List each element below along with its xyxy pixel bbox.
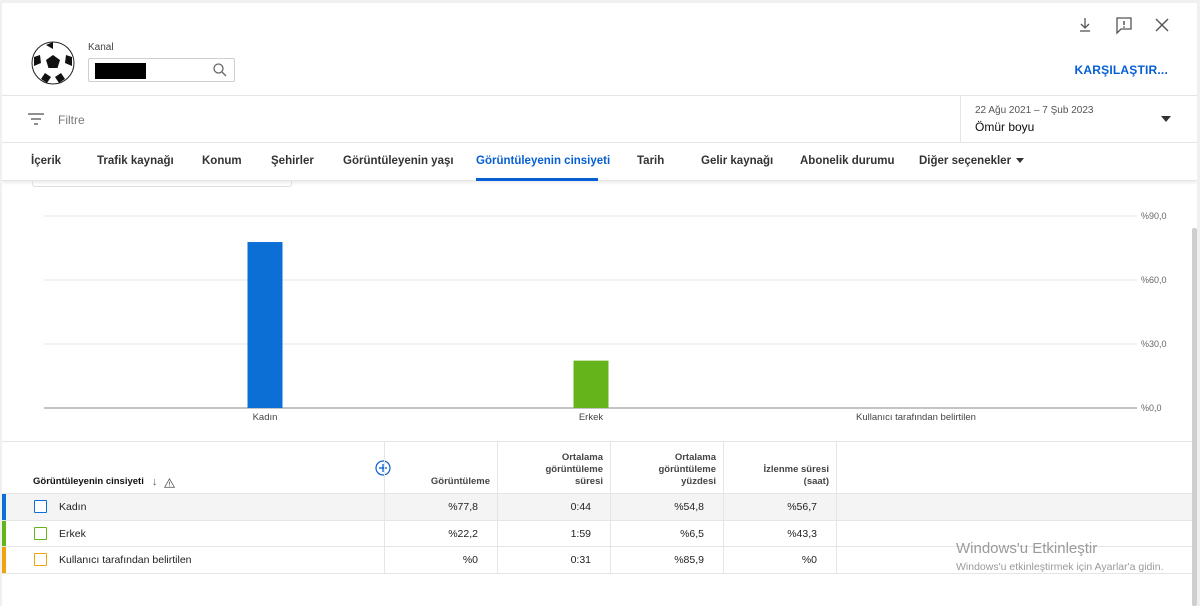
date-range-text: 22 Ağu 2021 – 7 Şub 2023: [975, 105, 1094, 116]
scrollbar[interactable]: [1192, 228, 1197, 606]
header-avg-percent-label: Ortalama görüntüleme yüzdesi: [658, 452, 716, 487]
cell-watch-time: %43,3: [787, 527, 817, 540]
row-label: Erkek: [59, 527, 86, 540]
cell-watch-time: %0: [801, 554, 817, 566]
row-checkbox[interactable]: [34, 500, 47, 513]
tab-viewer-age[interactable]: Görüntüleyenin yaşı: [343, 155, 454, 167]
search-box-partial: [32, 181, 292, 187]
cell-views: %0: [462, 554, 478, 566]
x-tick-label: Kadın: [253, 412, 278, 423]
tab-viewer-gender[interactable]: Görüntüleyenin cinsiyeti: [476, 155, 610, 167]
x-tick-label: Erkek: [579, 412, 604, 423]
row-label: Kullanıcı tarafından belirtilen: [59, 554, 192, 566]
row-color-bar: [2, 520, 6, 546]
column-divider: [497, 441, 498, 574]
header-avg-percent[interactable]: Ortalama görüntüleme yüzdesi: [611, 442, 724, 495]
cell-watch-time: %56,7: [787, 501, 817, 513]
row-checkbox[interactable]: [34, 526, 47, 540]
search-icon[interactable]: [212, 62, 228, 78]
gender-bar-chart: %0,0 %30,0 %60,0 %90,0 Kadın Erkek Kullanıcı t…: [44, 211, 1167, 423]
cell-views: %22,2: [448, 527, 478, 540]
channel-label: Kanal: [88, 42, 114, 53]
channel-search-input[interactable]: [88, 58, 235, 82]
column-divider: [836, 441, 837, 574]
header-avg-duration[interactable]: Ortalama görüntüleme süresi: [498, 442, 611, 495]
tab-revenue-source[interactable]: Gelir kaynağı: [701, 155, 773, 167]
cell-avg-percent: %85,9: [674, 554, 704, 566]
date-preset: Ömür boyu: [975, 120, 1035, 134]
feedback-icon[interactable]: [1114, 15, 1134, 35]
close-icon[interactable]: [1152, 15, 1172, 35]
header-watch-time-label: İzlenme süresi (saat): [763, 464, 829, 487]
row-label: Kadın: [59, 501, 87, 513]
header-gender-label: Görüntüleyenin cinsiyeti: [33, 476, 144, 487]
filter-bar: Filtre 22 Ağu 2021 – 7 Şub 2023 Ömür boy…: [2, 96, 1197, 143]
download-icon[interactable]: [1075, 15, 1095, 35]
soccer-ball-avatar: [31, 41, 75, 85]
bar: [247, 242, 283, 408]
date-range-selector[interactable]: 22 Ağu 2021 – 7 Şub 2023 Ömür boyu: [960, 96, 1197, 143]
cell-avg-duration: 0:44: [570, 501, 591, 513]
header-avg-duration-label: Ortalama görüntüleme süresi: [545, 452, 603, 487]
table-header: Görüntüleyenin cinsiyeti ↓ Görüntüleme O…: [2, 441, 1197, 494]
dimension-tabs: İçerik Trafik kaynağı Konum Şehirler Gör…: [2, 143, 1197, 181]
table-row[interactable]: Kadın %77,8 0:44 %54,8 %56,7: [2, 494, 1197, 521]
windows-activation-watermark: Windows'u Etkinleştir Windows'u etkinleş…: [956, 540, 1163, 573]
y-tick-label: %30,0: [1141, 339, 1167, 349]
tab-more-options[interactable]: Diğer seçenekler: [919, 155, 1025, 167]
tab-content[interactable]: İçerik: [31, 155, 61, 167]
tab-date[interactable]: Tarih: [637, 155, 664, 167]
tab-location[interactable]: Konum: [202, 155, 242, 167]
column-divider: [610, 441, 611, 574]
redacted-channel-name: [95, 63, 146, 79]
watermark-subtitle: Windows'u etkinleştirmek için Ayarlar'a …: [956, 561, 1164, 573]
cell-avg-duration: 0:31: [570, 554, 591, 566]
cell-avg-percent: %54,8: [674, 501, 704, 513]
y-tick-label: %0,0: [1141, 403, 1162, 413]
tab-cities[interactable]: Şehirler: [271, 155, 314, 167]
header-views[interactable]: Görüntüleme: [385, 442, 498, 495]
header-gender[interactable]: Görüntüleyenin cinsiyeti ↓: [33, 442, 383, 495]
column-divider: [723, 441, 724, 574]
filter-input[interactable]: Filtre: [58, 113, 85, 127]
row-color-bar: [2, 547, 6, 573]
watermark-title: Windows'u Etkinleştir: [956, 540, 1098, 557]
active-tab-indicator: [476, 178, 598, 181]
column-divider: [384, 441, 385, 574]
cell-views: %77,8: [448, 501, 478, 513]
row-color-bar: [2, 494, 6, 520]
cell-avg-percent: %6,5: [680, 527, 704, 540]
row-checkbox[interactable]: [34, 553, 47, 566]
tab-traffic-source[interactable]: Trafik kaynağı: [97, 155, 174, 167]
bar: [573, 360, 609, 408]
y-tick-label: %90,0: [1141, 211, 1167, 221]
tab-subscription-status[interactable]: Abonelik durumu: [800, 155, 895, 167]
x-tick-label: Kullanıcı tarafından belirtilen: [856, 412, 976, 423]
header: Kanal KARŞILAŞTIR...: [2, 3, 1197, 96]
filter-icon[interactable]: [27, 111, 45, 127]
compare-button[interactable]: KARŞILAŞTIR...: [1075, 63, 1168, 77]
analytics-panel: Kanal KARŞILAŞTIR... Filtre 22 Ağu 2021 …: [2, 3, 1197, 606]
tab-more-options-label: Diğer seçenekler: [919, 155, 1012, 167]
warning-icon: [164, 478, 176, 488]
caret-down-icon: [1016, 158, 1025, 164]
sort-down-icon[interactable]: ↓: [152, 476, 158, 488]
header-watch-time[interactable]: İzlenme süresi (saat): [724, 442, 837, 495]
chevron-down-icon[interactable]: [1161, 116, 1171, 122]
y-tick-label: %60,0: [1141, 275, 1167, 285]
cell-avg-duration: 1:59: [570, 527, 591, 540]
